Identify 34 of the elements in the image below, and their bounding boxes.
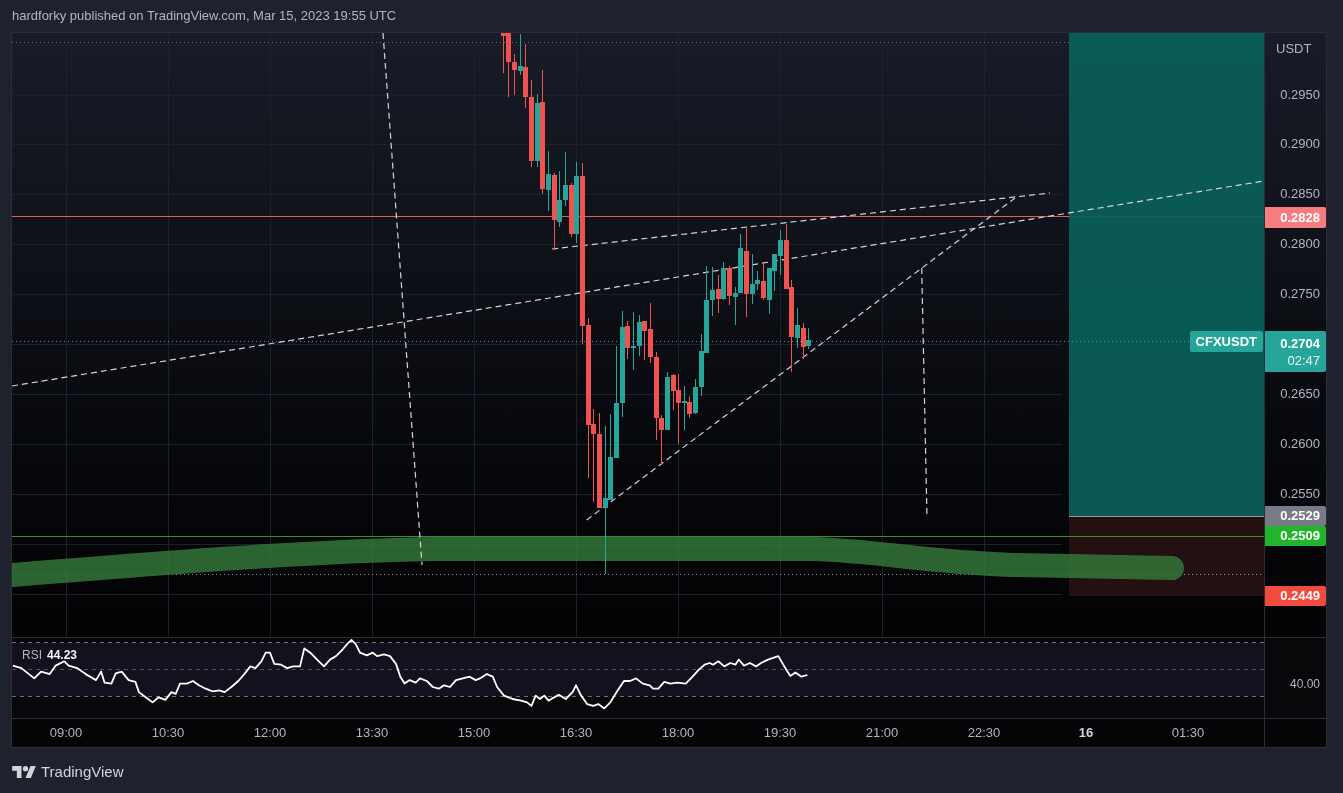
price-tick-label: 0.2650 [1280, 386, 1320, 402]
price-badge: 0.2828 [1265, 207, 1326, 228]
publish-info-text: hardforky published on TradingView.com, Mar 15, 2023 19:55 UTC [12, 7, 397, 26]
countdown-text: 02:47 [1287, 351, 1320, 369]
time-tick-label: 18:00 [661, 724, 695, 743]
brand-name: TradingView [41, 761, 124, 782]
price-tick-label: 0.2750 [1280, 286, 1320, 302]
rsi-axis-label: 40.00 [1289, 676, 1320, 692]
symbol-label: CFXUSDT [1189, 331, 1263, 352]
currency-label: USDT [1276, 41, 1312, 57]
time-tick-label: 22:30 [967, 724, 1001, 743]
time-tick-label: 19:30 [763, 724, 797, 743]
price-tick-label: 0.2850 [1280, 186, 1320, 202]
price-badge: 0.2529 [1265, 506, 1326, 526]
indicator-name: RSI [22, 648, 42, 662]
price-tick-label: 0.2800 [1280, 236, 1320, 252]
time-tick-label: 10:30 [151, 724, 185, 743]
time-tick-label: 21:00 [865, 724, 899, 743]
last-price-text: 0.2704 [1280, 334, 1320, 352]
indicator-value: 44.23 [47, 648, 78, 662]
time-tick-label: 15:00 [457, 724, 491, 743]
time-tick-label: 01:30 [1171, 724, 1205, 743]
price-badge: 0.2509 [1265, 526, 1326, 546]
price-badge: 0.2449 [1265, 586, 1326, 606]
time-tick-label: 16:30 [559, 724, 593, 743]
logo-icon [12, 766, 36, 778]
time-tick-label: 12:00 [253, 724, 287, 743]
price-tick-label: 0.2900 [1280, 136, 1320, 152]
price-tick-label: 0.2550 [1280, 486, 1320, 502]
price-tick-label: 0.2600 [1280, 436, 1320, 452]
time-tick-label: 16 [1078, 724, 1094, 743]
time-tick-label: 13:30 [355, 724, 389, 743]
price-tick-label: 0.2950 [1280, 87, 1320, 103]
time-tick-label: 09:00 [49, 724, 83, 743]
